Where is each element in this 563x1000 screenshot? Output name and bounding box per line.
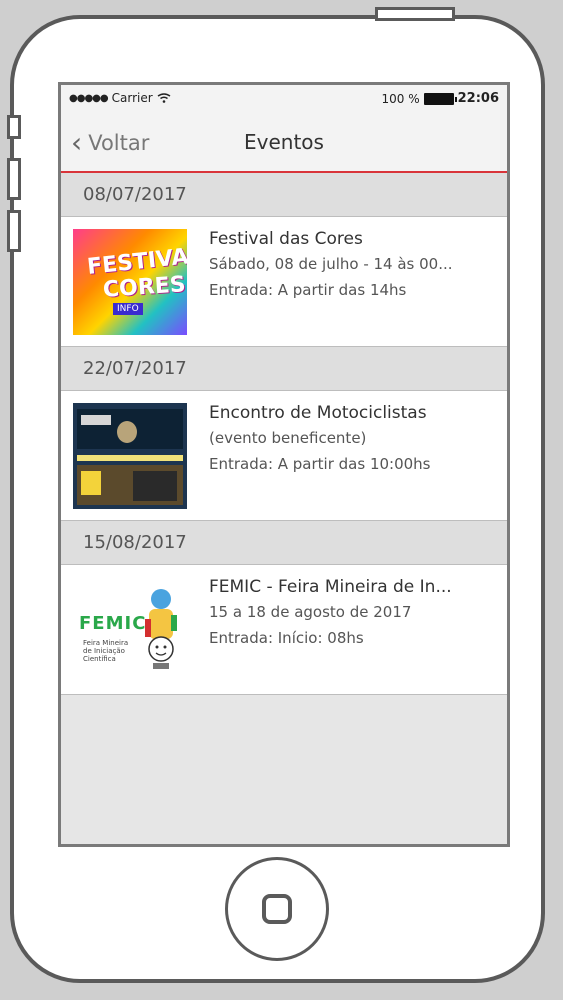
side-button-top bbox=[375, 7, 455, 21]
side-button-left-3 bbox=[7, 210, 21, 252]
femic-logo: FEMIC bbox=[79, 613, 147, 634]
home-button[interactable] bbox=[225, 857, 329, 961]
battery-percent: 100 % bbox=[381, 91, 420, 106]
mascot-illustration bbox=[145, 589, 177, 669]
status-bar: ●●●●● Carrier 100 % 22:06 bbox=[61, 85, 507, 113]
home-square-icon bbox=[262, 894, 292, 924]
event-row-festival[interactable]: FESTIVAL CORES INFO Festival das Cores S… bbox=[61, 217, 507, 347]
wifi-icon bbox=[157, 93, 171, 103]
event-thumbnail: FESTIVAL CORES INFO bbox=[73, 229, 187, 335]
battery-icon bbox=[423, 92, 457, 105]
clock: 22:06 bbox=[457, 91, 499, 106]
side-button-left-2 bbox=[7, 158, 21, 200]
section-header-date: 08/07/2017 bbox=[61, 173, 507, 217]
event-thumbnail bbox=[73, 403, 187, 509]
event-row-motociclistas[interactable]: Encontro de Motociclistas (evento benefi… bbox=[61, 391, 507, 521]
event-date-range: 15 a 18 de agosto de 2017 bbox=[209, 603, 412, 621]
signal-icon: ●●●●● bbox=[69, 92, 109, 104]
event-title: Encontro de Motociclistas bbox=[209, 403, 427, 423]
carrier-label: Carrier bbox=[111, 91, 153, 105]
section-header-date: 22/07/2017 bbox=[61, 347, 507, 391]
event-title: Festival das Cores bbox=[209, 229, 363, 249]
event-entry: Entrada: A partir das 14hs bbox=[209, 281, 407, 299]
page-title: Eventos bbox=[244, 130, 324, 154]
screen: ●●●●● Carrier 100 % 22:06 ‹ Voltar Event… bbox=[58, 82, 510, 847]
event-entry: Entrada: A partir das 10:00hs bbox=[209, 455, 431, 473]
event-subtitle: (evento beneficente) bbox=[209, 429, 367, 447]
event-title: FEMIC - Feira Mineira de In... bbox=[209, 577, 452, 597]
navigation-bar: ‹ Voltar Eventos bbox=[61, 113, 507, 173]
event-date-time: Sábado, 08 de julho - 14 às 00... bbox=[209, 255, 453, 273]
side-button-left-1 bbox=[7, 115, 21, 139]
event-entry: Entrada: Início: 08hs bbox=[209, 629, 364, 647]
event-thumbnail: FEMIC Feira Mineira de Iniciação Científ… bbox=[73, 577, 187, 683]
event-row-femic[interactable]: FEMIC Feira Mineira de Iniciação Científ… bbox=[61, 565, 507, 695]
section-header-date: 15/08/2017 bbox=[61, 521, 507, 565]
